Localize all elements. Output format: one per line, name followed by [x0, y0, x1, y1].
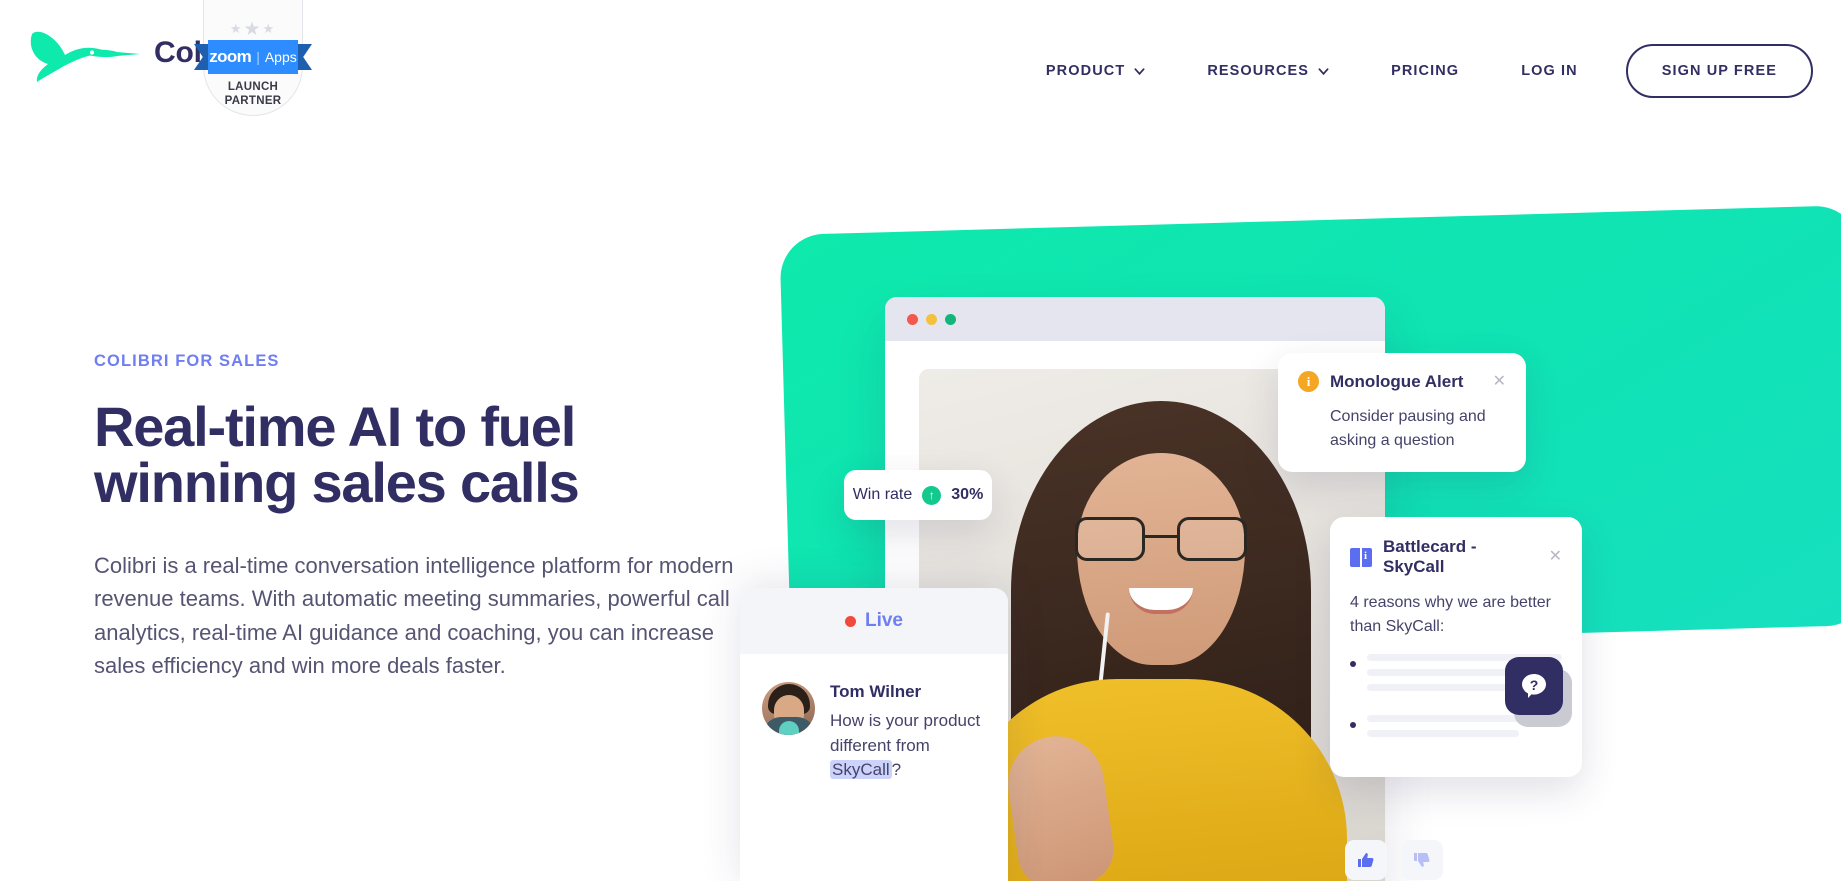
ribbon-center: zoom | Apps [208, 40, 298, 74]
live-transcript-panel: Live Tom Wilner How is your product diff… [740, 588, 1008, 881]
win-rate-stat-card: Win rate ↑ 30% [844, 470, 992, 520]
thumbs-down-icon [1414, 853, 1430, 867]
badge-caption-line2: PARTNER [224, 95, 282, 108]
headline-line-1: Real-time AI to fuel [94, 395, 576, 458]
monologue-card-header: i Monologue Alert ✕ [1298, 371, 1506, 392]
badge-separator: | [256, 49, 260, 65]
thumbs-up-icon [1358, 853, 1374, 867]
badge-caption-line1: LAUNCH [227, 81, 279, 93]
avatar [762, 682, 815, 735]
utterance-part-2: ? [891, 760, 902, 780]
trend-up-icon: ↑ [922, 485, 942, 505]
live-status-header: Live [740, 588, 1008, 654]
sign-up-free-button[interactable]: SIGN UP FREE [1625, 44, 1813, 98]
nav-item-product[interactable]: PRODUCT [1046, 53, 1145, 89]
site-header: Colibri ★★★ zoom | Apps LAUNCH PARTNER [0, 0, 1841, 135]
chevron-down-icon [1134, 67, 1145, 75]
zoom-apps-launch-partner-badge: ★★★ zoom | Apps LAUNCH PARTNER [194, 0, 312, 116]
browser-titlebar [885, 297, 1385, 341]
apps-word: Apps [264, 49, 297, 65]
svg-text:?: ? [1530, 677, 1539, 693]
win-rate-value: 30% [951, 486, 984, 503]
person-glasses [1075, 516, 1248, 561]
thumbs-up-button[interactable] [1345, 840, 1387, 880]
hummingbird-logo-icon [30, 31, 140, 82]
battlecard-body: 4 reasons why we are better than SkyCall… [1350, 594, 1551, 635]
monologue-card-title: Monologue Alert [1330, 371, 1464, 391]
nav-label-pricing: PRICING [1391, 63, 1460, 79]
battlecard-title: Battlecard - SkyCall [1383, 537, 1477, 576]
hero-eyebrow: COLIBRI FOR SALES [94, 352, 280, 370]
nav-label-product: PRODUCT [1045, 63, 1126, 79]
badge-caption: LAUNCH PARTNER [203, 80, 303, 109]
nav-label-login: LOG IN [1521, 63, 1578, 79]
headline-line-2: winning sales calls [94, 451, 580, 514]
book-info-icon [1350, 547, 1372, 567]
win-rate-label: Win rate [852, 486, 913, 503]
browser-dot-red [907, 313, 918, 325]
feedback-buttons [1345, 840, 1443, 880]
speaker-utterance: How is your product different from SkyCa… [830, 709, 986, 783]
help-widget[interactable]: ? [1505, 657, 1572, 727]
zoom-wordmark: zoom [209, 47, 252, 66]
bullet-dot [1350, 661, 1356, 668]
utterance-highlight: SkyCall [830, 760, 892, 780]
live-indicator-dot [844, 615, 856, 627]
glasses-lens-right [1177, 516, 1248, 561]
nav-item-login[interactable]: LOG IN [1521, 53, 1578, 89]
browser-dot-green [945, 313, 956, 325]
close-icon[interactable]: ✕ [1493, 373, 1506, 390]
chevron-down-icon [1318, 67, 1329, 75]
info-circle-icon: i [1298, 371, 1319, 392]
avatar-collar [778, 721, 799, 735]
hero-subcopy: Colibri is a real-time conversation inte… [94, 553, 734, 679]
transcript-text-block: Tom Wilner How is your product different… [830, 682, 986, 783]
nav-item-pricing[interactable]: PRICING [1391, 53, 1459, 89]
utterance-part-1: How is your product different from [830, 711, 981, 755]
question-help-icon: ? [1522, 674, 1546, 698]
glasses-bridge [1145, 534, 1178, 538]
close-icon[interactable]: ✕ [1549, 549, 1562, 565]
page-title: Real-time AI to fuel winning sales calls [94, 399, 734, 511]
battlecard-header: Battlecard - SkyCall ✕ [1350, 537, 1562, 577]
main-navigation: PRODUCT RESOURCES PRICING LOG IN SIGN UP… [1046, 44, 1813, 98]
bullet-dot [1350, 722, 1356, 729]
battlecard-card: Battlecard - SkyCall ✕ 4 reasons why we … [1330, 517, 1582, 778]
browser-dot-yellow [926, 313, 937, 325]
transcript-entry: Tom Wilner How is your product different… [740, 654, 1008, 783]
thumbs-down-button[interactable] [1401, 840, 1443, 880]
glasses-lens-left [1075, 516, 1146, 561]
help-widget-button[interactable]: ? [1505, 657, 1563, 715]
hero-visual: Win rate ↑ 30% i Monologue Alert ✕ Consi… [740, 180, 1841, 881]
live-status-label: Live [864, 610, 904, 631]
speaker-name: Tom Wilner [830, 682, 922, 701]
hero-copy-block: COLIBRI FOR SALES Real-time AI to fuel w… [94, 352, 734, 683]
landing-page: Colibri ★★★ zoom | Apps LAUNCH PARTNER [0, 0, 1841, 881]
nav-item-resources[interactable]: RESOURCES [1207, 53, 1329, 89]
nav-label-resources: RESOURCES [1207, 63, 1310, 79]
monologue-card-body: Consider pausing and asking a question [1330, 408, 1486, 449]
badge-stars: ★★★ [229, 19, 277, 40]
monologue-alert-card: i Monologue Alert ✕ Consider pausing and… [1278, 353, 1526, 473]
badge-ribbon: zoom | Apps [194, 40, 312, 74]
